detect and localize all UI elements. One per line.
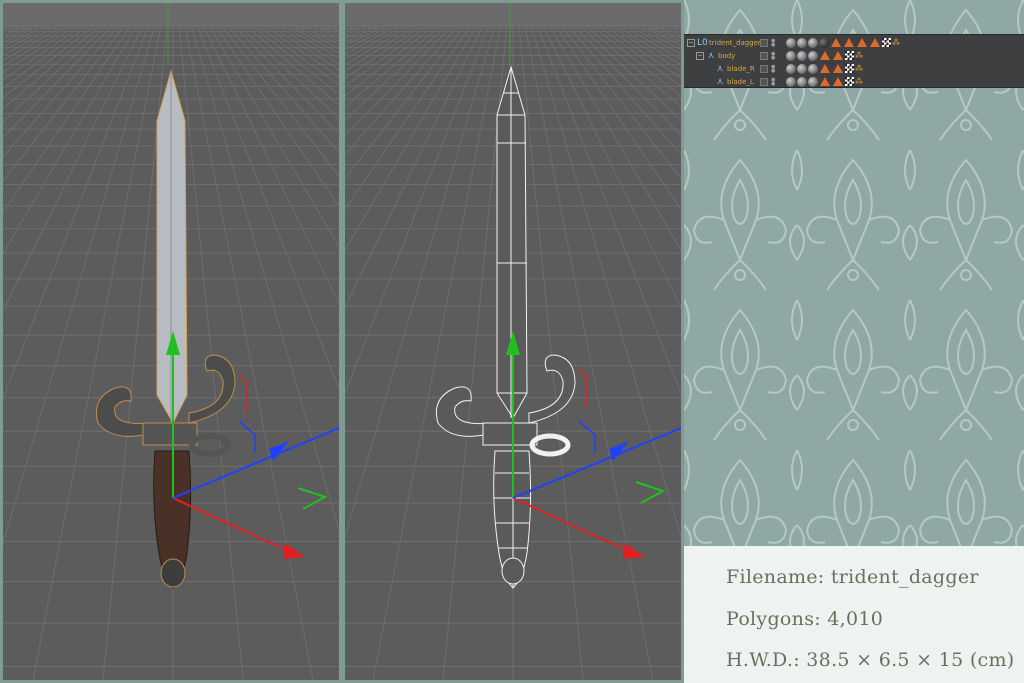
null-object-icon: ⋏ [716,63,724,74]
phong-tag-icon[interactable] [833,64,843,73]
material-tag-icon[interactable] [808,50,818,61]
checker-tag-icon[interactable] [845,77,854,86]
dimensions-label: H.W.D.: 38.5 × 6.5 × 15 (cm) [726,649,1015,671]
checker-tag-icon[interactable] [845,64,854,73]
expand-collapse-icon[interactable]: − [696,51,704,60]
checker-tag-icon[interactable] [845,51,854,60]
phong-tag-icon[interactable] [857,38,867,47]
material-tag-icon[interactable] [786,37,796,48]
material-tag-icon[interactable] [797,63,807,74]
visibility-toggle-icon[interactable]: ● ● [771,51,775,60]
viewport-wireframe[interactable] [342,0,684,683]
selection-tag-icon[interactable]: ⁂ [855,77,864,86]
material-tag-icon[interactable] [797,37,807,48]
phong-tag-icon[interactable] [831,38,841,47]
edit-toggle-icon[interactable] [760,64,768,73]
null-object-icon: L0 [697,37,708,48]
visibility-toggle-icon[interactable]: ● ● [771,64,775,73]
selection-tag-icon[interactable]: ⁂ [855,51,864,60]
object-name[interactable]: blade_R [727,65,787,73]
edit-toggle-icon[interactable] [760,38,768,47]
selection-tag-icon[interactable]: ⁂ [892,38,901,47]
object-row[interactable]: − L0 trident_dagger ● ● ⁂ [684,36,1024,49]
expand-collapse-icon[interactable]: − [687,38,695,47]
phong-tag-icon[interactable] [820,64,830,73]
viewport-shaded-canvas[interactable] [3,3,339,680]
visibility-toggle-icon[interactable]: ● ● [771,38,775,47]
material-tag-icon[interactable] [797,76,807,87]
material-tag-icon[interactable] [786,50,796,61]
edit-toggle-icon[interactable] [760,51,768,60]
object-name[interactable]: blade_L [727,78,787,86]
material-tag-icon[interactable] [797,50,807,61]
selection-tag-icon[interactable]: ⁂ [855,64,864,73]
object-row[interactable]: ⋏ blade_L ● ● ⁂ [684,75,1024,88]
object-row[interactable]: − ⋏ body ● ● ⁂ [684,49,1024,62]
edit-toggle-icon[interactable] [760,77,768,86]
phong-tag-icon[interactable] [820,51,830,60]
material-tag-icon[interactable] [786,76,796,87]
visibility-toggle-icon[interactable]: ● ● [771,77,775,86]
filename-label: Filename: trident_dagger [726,566,979,588]
phong-tag-icon[interactable] [833,51,843,60]
checker-tag-icon[interactable] [882,38,891,47]
phong-tag-icon[interactable] [844,38,854,47]
material-tag-icon[interactable] [819,37,829,48]
phong-tag-icon[interactable] [833,77,843,86]
phong-tag-icon[interactable] [820,77,830,86]
material-tag-icon[interactable] [808,37,818,48]
model-info-box: Filename: trident_dagger Polygons: 4,010… [684,546,1024,683]
object-manager[interactable]: − L0 trident_dagger ● ● ⁂ − ⋏ body ● ● ⁂ ⋏ blade_R ● ● ⁂… [684,34,1024,88]
dagger-crossguard [142,422,198,446]
material-tag-icon[interactable] [808,76,818,87]
dagger-pommel [160,558,186,588]
material-tag-icon[interactable] [808,63,818,74]
info-panel: − L0 trident_dagger ● ● ⁂ − ⋏ body ● ● ⁂ ⋏ blade_R ● ● ⁂… [684,0,1024,683]
object-row[interactable]: ⋏ blade_R ● ● ⁂ [684,62,1024,75]
viewport-wireframe-canvas[interactable] [345,3,681,680]
viewport-shaded[interactable] [0,0,342,683]
null-object-icon: ⋏ [707,50,715,61]
phong-tag-icon[interactable] [870,38,880,47]
null-object-icon: ⋏ [716,76,724,87]
material-tag-icon[interactable] [786,63,796,74]
polygons-label: Polygons: 4,010 [726,608,884,630]
